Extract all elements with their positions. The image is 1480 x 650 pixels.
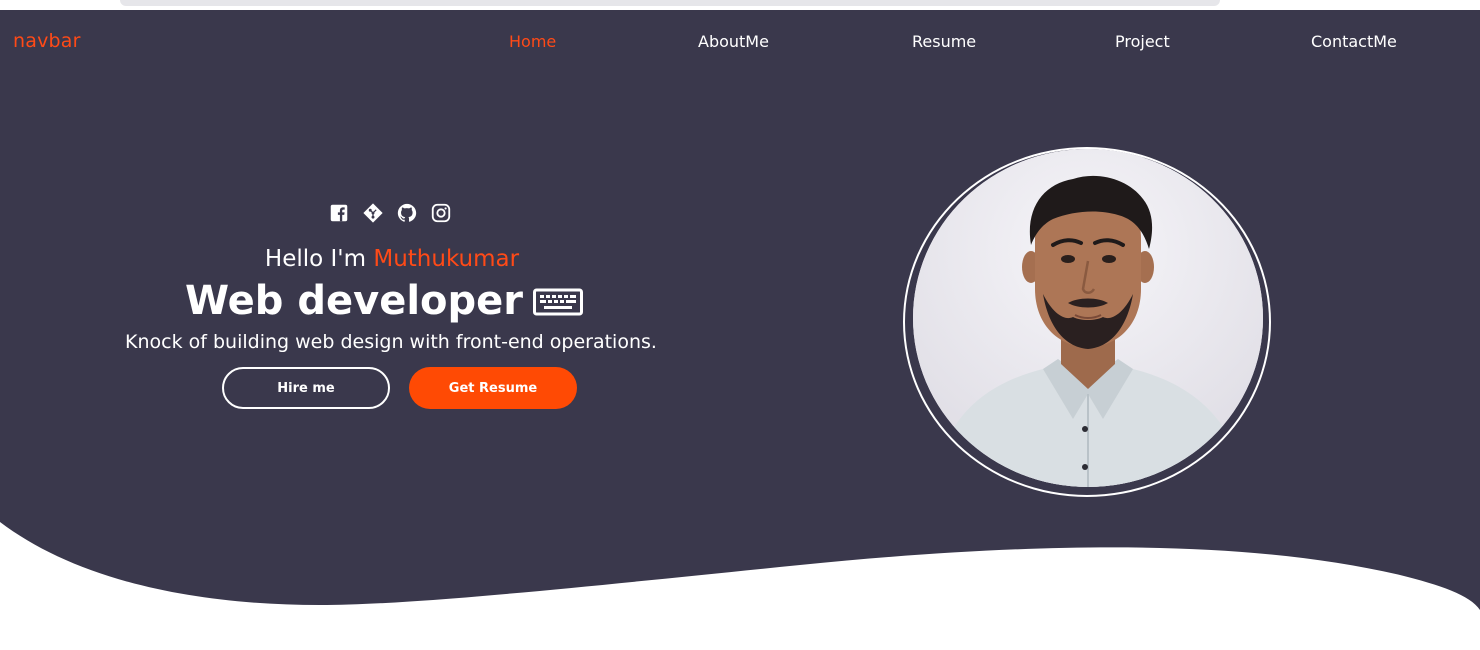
role-text: Web developer — [184, 278, 524, 324]
profile-person-image — [913, 149, 1263, 487]
nav-item-project[interactable]: Project — [1115, 32, 1170, 51]
developer-name: Muthukumar — [373, 246, 520, 272]
hire-me-button[interactable]: Hire me — [222, 367, 390, 409]
tagline: Knock of building web design with front-… — [125, 331, 657, 353]
github-icon[interactable] — [396, 202, 418, 224]
role-heading: Web developer — [0, 278, 768, 326]
nav-item-contactme[interactable]: ContactMe — [1311, 32, 1397, 51]
navbar: navbar Home AboutMe Resume Project Conta… — [0, 10, 1480, 72]
instagram-icon[interactable] — [430, 202, 452, 224]
get-resume-button[interactable]: Get Resume — [409, 367, 577, 409]
top-scroll-bar — [120, 0, 1220, 6]
nav-item-home[interactable]: Home — [509, 32, 556, 51]
greeting-prefix: Hello I'm — [264, 246, 374, 272]
navbar-brand[interactable]: navbar — [13, 30, 81, 52]
greeting: Hello I'm Muthukumar — [0, 246, 784, 272]
nav-item-resume[interactable]: Resume — [912, 32, 976, 51]
portfolio-page: navbar Home AboutMe Resume Project Conta… — [0, 0, 1480, 650]
social-links — [328, 202, 452, 224]
nav-item-aboutme[interactable]: AboutMe — [698, 32, 769, 51]
facebook-icon[interactable] — [328, 202, 350, 224]
keyboard-icon — [533, 280, 584, 326]
git-icon[interactable] — [362, 202, 384, 224]
profile-photo — [913, 149, 1263, 487]
